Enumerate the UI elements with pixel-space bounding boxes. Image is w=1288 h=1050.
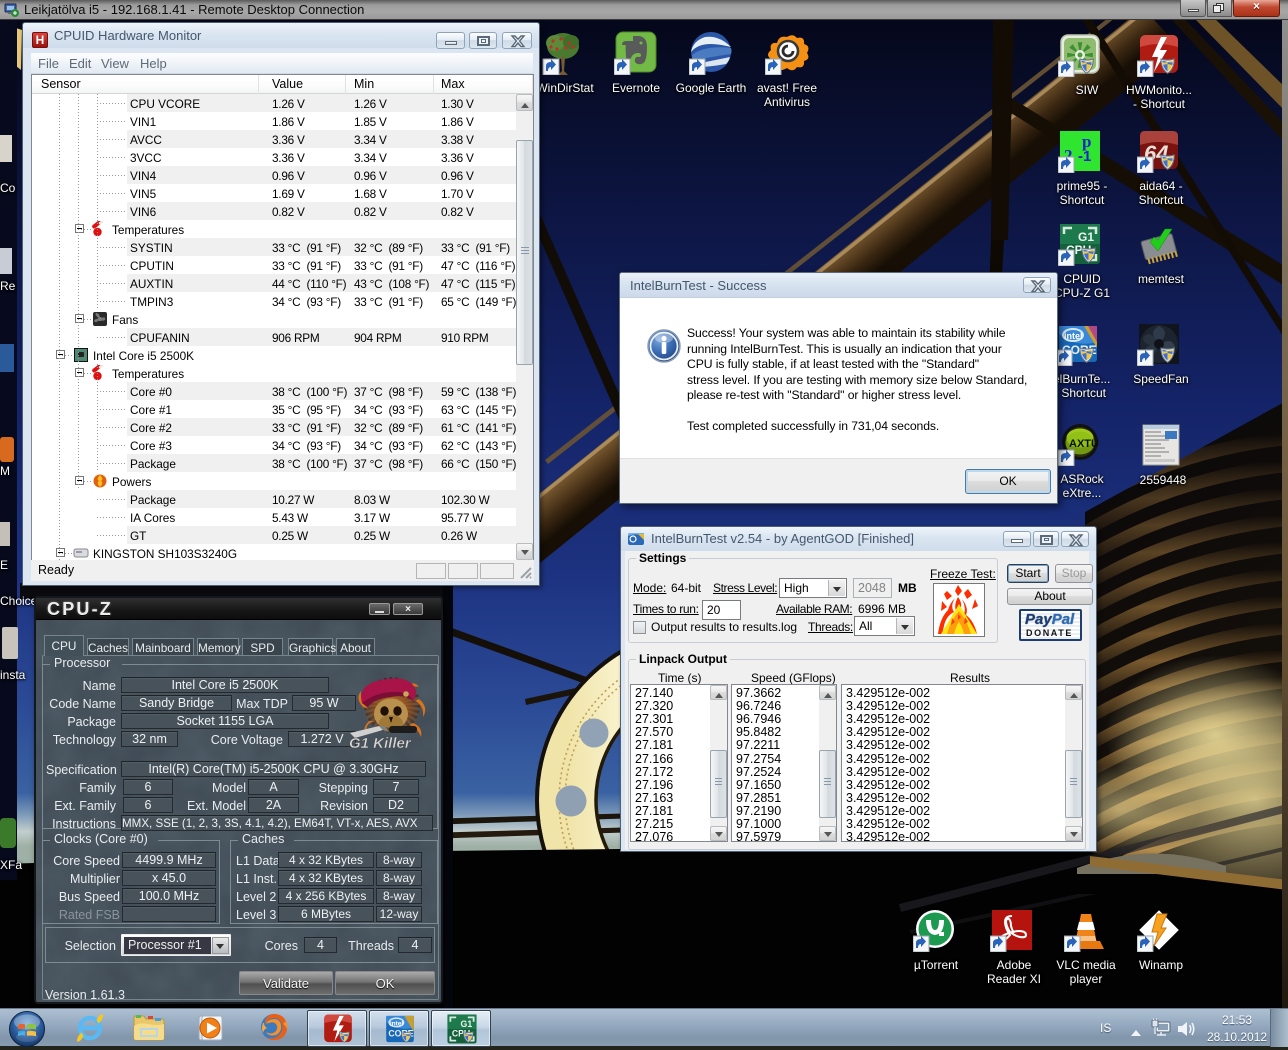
svg-text:-1: -1 (1078, 148, 1091, 165)
svg-text:AXTU: AXTU (1069, 438, 1099, 450)
svg-text:intel: intel (390, 1020, 404, 1027)
svg-text:G1: G1 (1078, 230, 1094, 244)
svg-text:G1: G1 (461, 1019, 473, 1029)
svg-text:G1 Killer: G1 Killer (349, 735, 412, 751)
svg-text:intel: intel (1064, 331, 1083, 341)
